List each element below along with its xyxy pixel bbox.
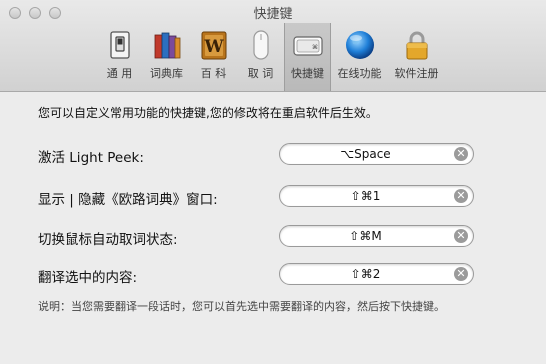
shortcut-field-toggle-window[interactable]: ⇧⌘1 ✕ (279, 185, 474, 207)
svg-text:⌘: ⌘ (312, 44, 318, 51)
keyboard-key-icon: ⌘ (292, 29, 324, 61)
help-note: 说明：当您需要翻译一段话时，您可以首先选中需要翻译的内容，然后按下快捷键。 (38, 300, 445, 313)
shortcut-label-auto-capture: 切换鼠标自动取词状态: (38, 232, 178, 248)
shortcut-field-translate-selection[interactable]: ⇧⌘2 ✕ (279, 263, 474, 285)
tab-encyclopedia[interactable]: W 百 科 (190, 23, 237, 91)
tab-general-label: 通 用 (106, 67, 133, 80)
window-title: 快捷键 (253, 7, 293, 22)
tab-shortcuts[interactable]: ⌘ 快捷键 (284, 23, 331, 91)
tab-word-capture[interactable]: 取 词 (237, 23, 284, 91)
tab-general[interactable]: 通 用 (96, 23, 143, 91)
shortcut-value-auto-capture: ⇧⌘M (349, 229, 382, 243)
tab-dictionaries-label: 词典库 (150, 67, 183, 80)
tab-encyclopedia-label: 百 科 (200, 67, 227, 80)
svg-text:W: W (203, 37, 224, 57)
title-bar: 快捷键 通 用 词典库 W 百 科 取 词 ⌘ 快捷键 在线功能 软件注册 (0, 0, 546, 92)
wiki-book-icon: W (198, 29, 230, 61)
tab-registration[interactable]: 软件注册 (388, 23, 445, 91)
switch-icon (104, 29, 136, 61)
shortcut-field-auto-capture[interactable]: ⇧⌘M ✕ (279, 225, 474, 247)
tab-online-features[interactable]: 在线功能 (331, 23, 388, 91)
intro-text: 您可以自定义常用功能的快捷键,您的修改将在重启软件后生效。 (38, 106, 378, 120)
shortcut-value-translate-selection: ⇧⌘2 (350, 267, 381, 281)
preferences-toolbar: 通 用 词典库 W 百 科 取 词 ⌘ 快捷键 在线功能 软件注册 (96, 23, 445, 91)
tab-registration-label: 软件注册 (394, 67, 439, 80)
tab-word-capture-label: 取 词 (247, 67, 274, 80)
clear-icon[interactable]: ✕ (454, 229, 468, 243)
tab-online-features-label: 在线功能 (337, 67, 382, 80)
clear-icon[interactable]: ✕ (454, 267, 468, 281)
clear-icon[interactable]: ✕ (454, 189, 468, 203)
shortcuts-panel: 您可以自定义常用功能的快捷键,您的修改将在重启软件后生效。 激活 Light P… (0, 92, 546, 364)
mouse-icon (245, 29, 277, 61)
globe-icon (344, 29, 376, 61)
tab-dictionaries[interactable]: 词典库 (143, 23, 190, 91)
clear-icon[interactable]: ✕ (454, 147, 468, 161)
padlock-icon (401, 29, 433, 61)
shortcut-label-activate: 激活 Light Peek: (38, 150, 144, 166)
shortcut-field-activate[interactable]: ⌥Space ✕ (279, 143, 474, 165)
shortcut-value-toggle-window: ⇧⌘1 (350, 189, 381, 203)
shortcut-label-translate-selection: 翻译选中的内容: (38, 270, 138, 286)
shortcut-label-toggle-window: 显示 | 隐藏《欧路词典》窗口: (38, 192, 218, 208)
shortcut-value-activate: ⌥Space (340, 147, 391, 161)
books-icon (151, 29, 183, 61)
tab-shortcuts-label: 快捷键 (291, 67, 324, 80)
